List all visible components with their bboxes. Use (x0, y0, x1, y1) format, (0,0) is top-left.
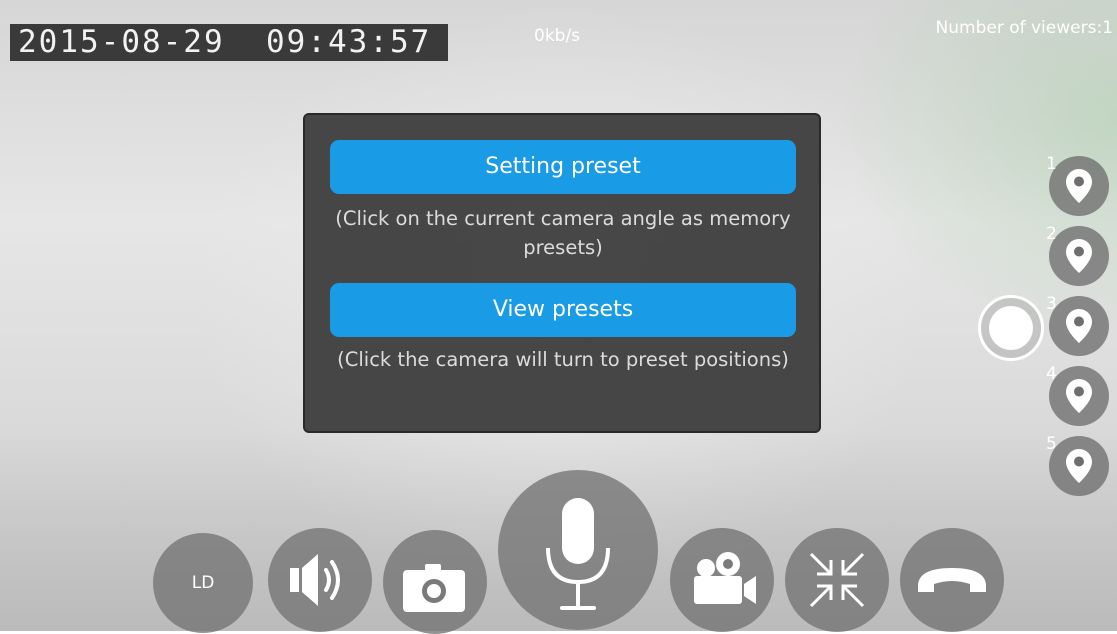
talk-button[interactable] (498, 470, 658, 630)
snapshot-button[interactable] (383, 530, 487, 634)
preset-3-button[interactable]: 3 (1046, 294, 1109, 356)
setting-preset-button[interactable]: Setting preset (330, 140, 796, 194)
fullscreen-exit-button[interactable] (785, 528, 889, 632)
camera-icon (403, 564, 465, 612)
location-pin-icon (1066, 239, 1092, 273)
view-presets-description: (Click the camera will turn to preset po… (337, 348, 789, 371)
preset-5-button[interactable]: 5 (1046, 434, 1109, 496)
microphone-icon (546, 498, 610, 610)
preset-4-button[interactable]: 4 (1046, 364, 1109, 426)
setting-preset-description: (Click on the current camera angle as me… (335, 207, 791, 259)
record-button[interactable] (670, 528, 774, 632)
preset-dialog: Setting preset (Click on the current cam… (303, 113, 821, 433)
bitrate-indicator: 0kb/s (534, 26, 581, 46)
location-pin-icon (1066, 309, 1092, 343)
fullscreen-exit-icon (809, 552, 865, 608)
timestamp-overlay: 2015-08-29 09:43:57 (10, 24, 448, 61)
speaker-button[interactable] (268, 528, 372, 632)
location-pin-icon (1066, 449, 1092, 483)
preset-number: 3 (1046, 294, 1057, 314)
joystick-knob[interactable] (989, 306, 1033, 350)
preset-number: 5 (1046, 434, 1057, 454)
video-record-icon (694, 552, 756, 604)
quality-label: LD (191, 573, 215, 593)
preset-number: 1 (1046, 154, 1057, 174)
hang-up-button[interactable] (900, 528, 1004, 632)
location-pin-icon (1066, 379, 1092, 413)
quality-button[interactable]: LD (153, 533, 253, 633)
location-pin-icon (1066, 169, 1092, 203)
ptz-joystick[interactable] (978, 295, 1044, 361)
speaker-icon (290, 554, 340, 606)
preset-number: 2 (1046, 224, 1057, 244)
hang-up-icon (918, 568, 986, 592)
view-presets-button[interactable]: View presets (330, 283, 796, 337)
preset-number: 4 (1046, 364, 1057, 384)
viewer-count: Number of viewers:1 (935, 18, 1113, 38)
preset-1-button[interactable]: 1 (1046, 154, 1109, 216)
preset-2-button[interactable]: 2 (1046, 224, 1109, 286)
